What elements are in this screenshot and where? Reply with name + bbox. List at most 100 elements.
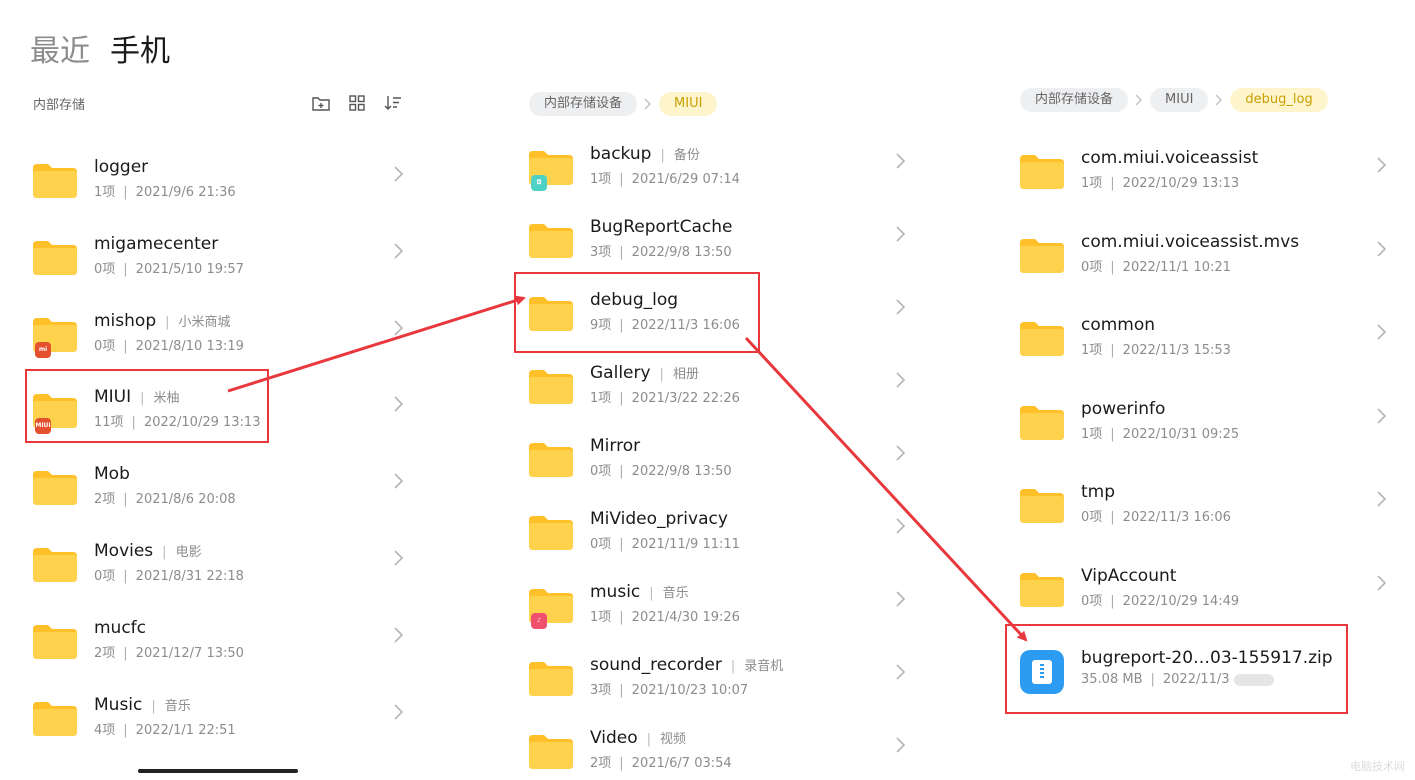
folder-icon xyxy=(529,662,573,696)
watermark: 电脑技术网 xyxy=(1350,760,1405,773)
chevron-right-icon xyxy=(895,663,907,681)
item-count: 0项 xyxy=(1081,594,1103,609)
chevron-right-icon xyxy=(1376,156,1388,174)
item-count: 1项 xyxy=(1081,176,1103,191)
item-count: 0项 xyxy=(94,261,116,277)
item-count: 1项 xyxy=(1081,426,1103,442)
chevron-right-icon xyxy=(1376,240,1388,258)
folder-name: Video xyxy=(590,728,638,748)
folder-name: BugReportCache xyxy=(590,217,733,237)
modified-date: 2022/10/29 14:49 xyxy=(1122,594,1240,609)
folder-icon xyxy=(529,224,573,258)
chevron-right-icon xyxy=(895,444,907,462)
folder-icon xyxy=(33,701,77,736)
tab-phone[interactable]: 手机 xyxy=(110,32,170,72)
list-item[interactable]: com.miui.voiceassist.mvs 0项 | 2022/11/1 10:… xyxy=(1020,230,1396,290)
tab-recent[interactable]: 最近 xyxy=(30,32,90,72)
folder-tag: 相册 xyxy=(672,367,699,382)
chevron-right-icon xyxy=(1376,490,1388,508)
modified-date: 2021/3/22 22:26 xyxy=(631,391,740,406)
folder-tag: 音乐 xyxy=(662,586,689,601)
folder-name: common xyxy=(1081,315,1156,336)
folder-tag: 视频 xyxy=(660,732,687,747)
folder-name: MiVideo_privacy xyxy=(590,509,728,529)
chevron-right-icon xyxy=(895,298,907,316)
folder-icon xyxy=(529,370,573,404)
modified-date: 2022/9/8 13:50 xyxy=(631,245,732,260)
chevron-right-icon xyxy=(1376,574,1388,592)
folder-name: com.miui.voiceassist.mvs xyxy=(1081,231,1300,252)
folder-tag: 录音机 xyxy=(744,659,784,674)
modified-date: 2021/9/6 21:36 xyxy=(135,185,236,200)
list-item[interactable]: MiVideo_privacy 0项 | 2021/11/9 11:11 xyxy=(529,507,915,567)
list-item[interactable]: sound_recorder | 录音机 3项 | 2021/10/23 10:07 xyxy=(529,653,915,713)
modified-date: 2021/8/6 20:08 xyxy=(135,492,236,508)
list-item[interactable]: mucfc 2项 | 2021/12/7 13:50 xyxy=(33,616,413,676)
modified-date: 2021/6/29 07:14 xyxy=(631,172,740,187)
crumb-internal-storage[interactable]: 内部存储设备 xyxy=(529,92,638,116)
list-item[interactable]: ◘ backup | 备份 1项 | 2021/6/29 07:14 xyxy=(529,142,915,202)
crumb-debug-log[interactable]: debug_log xyxy=(1230,88,1328,112)
folder-name: com.miui.voiceassist xyxy=(1081,148,1259,168)
chevron-right-icon xyxy=(895,152,907,170)
folder-icon xyxy=(33,624,77,659)
list-item[interactable]: Mirror 0项 | 2022/9/8 13:50 xyxy=(529,434,915,494)
list-item[interactable]: Movies | 电影 0项 | 2021/8/31 22:18 xyxy=(33,539,413,599)
folder-name: backup xyxy=(590,144,652,164)
item-count: 4项 xyxy=(94,722,116,738)
list-item[interactable]: logger 1项 | 2021/9/6 21:36 xyxy=(33,155,413,215)
item-count: 2项 xyxy=(590,756,612,771)
chevron-right-icon xyxy=(1376,323,1388,341)
folder-plus-icon[interactable] xyxy=(311,94,331,112)
list-item[interactable]: BugReportCache 3项 | 2022/9/8 13:50 xyxy=(529,215,915,275)
chevron-right-icon xyxy=(1376,407,1388,425)
folder-icon xyxy=(1020,238,1064,273)
item-count: 1项 xyxy=(1081,343,1103,359)
modified-date: 2022/10/31 09:25 xyxy=(1122,426,1240,442)
item-count: 2项 xyxy=(94,492,116,508)
list-item[interactable]: Video | 视频 2项 | 2021/6/7 03:54 xyxy=(529,726,915,780)
item-count: 1项 xyxy=(590,172,612,187)
home-indicator xyxy=(138,769,298,773)
crumb-miui[interactable]: MIUI xyxy=(659,92,718,116)
folder-icon xyxy=(529,443,573,477)
chevron-right-icon xyxy=(895,517,907,535)
item-count: 3项 xyxy=(590,683,612,698)
sort-icon[interactable] xyxy=(383,94,403,112)
list-item[interactable]: Gallery | 相册 1项 | 2021/3/22 22:26 xyxy=(529,361,915,421)
folder-name: Mob xyxy=(94,464,130,485)
grid-view-icon[interactable] xyxy=(347,94,367,112)
chevron-right-icon xyxy=(895,590,907,608)
item-count: 0项 xyxy=(94,338,116,354)
modified-date: 2022/11/3 16:06 xyxy=(1122,510,1231,526)
folder-icon xyxy=(529,516,573,550)
item-count: 1项 xyxy=(94,185,116,200)
list-item[interactable]: ♪ music | 音乐 1项 | 2021/4/30 19:26 xyxy=(529,580,915,640)
list-item[interactable]: powerinfo 1项 | 2022/10/31 09:25 xyxy=(1020,397,1396,457)
item-count: 1项 xyxy=(590,610,612,625)
list-item[interactable]: Music | 音乐 4项 | 2022/1/1 22:51 xyxy=(33,693,413,753)
folder-icon xyxy=(1020,573,1064,607)
crumb-internal-storage[interactable]: 内部存储设备 xyxy=(1020,88,1129,112)
app-badge-icon: ◘ xyxy=(531,175,547,191)
chevron-right-icon xyxy=(393,165,405,183)
list-item[interactable]: tmp 0项 | 2022/11/3 16:06 xyxy=(1020,480,1396,540)
list-item[interactable]: migamecenter 0项 | 2021/5/10 19:57 xyxy=(33,232,413,292)
item-count: 0项 xyxy=(590,464,612,479)
list-item[interactable]: Mob 2项 | 2021/8/6 20:08 xyxy=(33,462,413,522)
chevron-right-icon xyxy=(895,225,907,243)
modified-date: 2021/8/10 13:19 xyxy=(135,338,244,354)
app-badge-icon: mi xyxy=(35,341,51,358)
chevron-right-icon xyxy=(1208,94,1230,106)
chevron-right-icon xyxy=(1128,94,1150,106)
item-count: 0项 xyxy=(1081,259,1103,275)
list-item[interactable]: common 1项 | 2022/11/3 15:53 xyxy=(1020,313,1396,373)
folder-name: Mirror xyxy=(590,436,641,456)
app-badge-icon: ♪ xyxy=(531,613,547,629)
list-item[interactable]: com.miui.voiceassist 1项 | 2022/10/29 13:13 xyxy=(1020,146,1396,206)
crumb-miui[interactable]: MIUI xyxy=(1150,88,1209,112)
list-item[interactable]: VipAccount 0项 | 2022/10/29 14:49 xyxy=(1020,564,1396,624)
list-item[interactable]: mi mishop | 小米商城 0项 | 2021/8/10 13:19 xyxy=(33,309,413,369)
folder-icon xyxy=(1020,405,1064,440)
folder-name: Movies xyxy=(94,541,154,561)
